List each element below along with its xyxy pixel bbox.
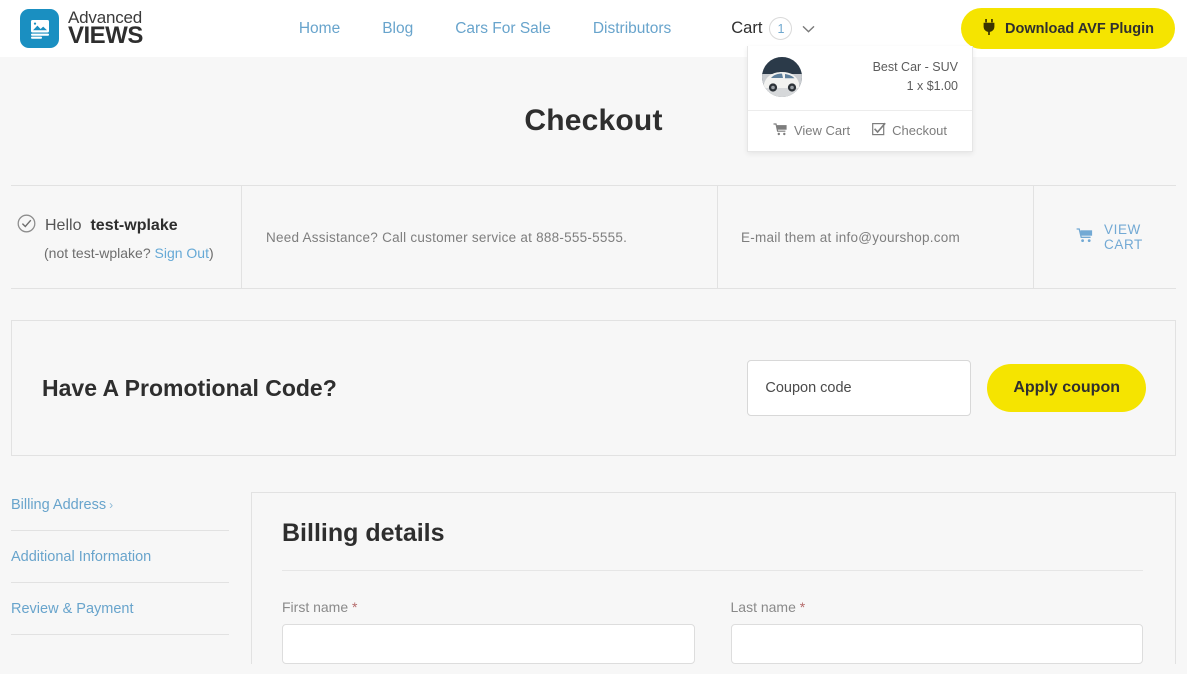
brand-line-2: VIEWS (68, 22, 143, 49)
sidebar-item-additional-information[interactable]: Additional Information (11, 544, 229, 583)
site-header: Advanced VIEWS Home Blog Cars For Sale D… (0, 0, 1187, 57)
cart-item-price: 1 x $1.00 (906, 79, 958, 93)
last-name-label-text: Last name (730, 599, 796, 615)
last-name-field-group: Last name * (730, 599, 1144, 664)
page-title-section: Checkout (0, 57, 1187, 185)
email-assistance-cell: E-mail them at info@yourshop.com (718, 186, 1034, 288)
dropdown-checkout-label: Checkout (892, 123, 948, 138)
dropdown-view-cart-label: View Cart (793, 123, 851, 138)
car-thumbnail (762, 57, 802, 97)
email-assistance-text: E-mail them at info@yourshop.com (741, 229, 961, 245)
nav-item-blog[interactable]: Blog (382, 20, 413, 38)
billing-details-panel: Billing details First name * Last name * (251, 492, 1176, 664)
plug-icon (982, 18, 996, 39)
greeting-username: test-wplake (90, 216, 178, 234)
cart-item-name: Best Car - SUV (872, 59, 958, 74)
apply-coupon-button[interactable]: Apply coupon (987, 364, 1146, 412)
phone-assistance-cell: Need Assistance? Call customer service a… (242, 186, 718, 288)
cart-count-badge: 1 (769, 17, 793, 40)
first-name-label: First name * (282, 599, 695, 615)
first-name-label-text: First name (282, 599, 349, 615)
dropdown-checkout-link[interactable]: Checkout (872, 122, 947, 139)
cart-dropdown-panel: Best Car - SUV 1 x $1.00 View Cart Check… (747, 46, 973, 152)
step-label-billing-address: Billing Address (11, 497, 107, 513)
nav-item-cars-for-sale[interactable]: Cars For Sale (455, 20, 551, 38)
promotional-code-title: Have A Promotional Code? (42, 374, 337, 401)
promotional-code-section: Have A Promotional Code? Apply coupon (11, 320, 1176, 456)
view-cart-cell: VIEW CART (1034, 186, 1176, 288)
main-navigation: Home Blog Cars For Sale Distributors (299, 20, 671, 38)
last-name-label: Last name * (731, 599, 1144, 615)
required-asterisk: * (799, 599, 806, 615)
first-name-field-group: First name * (282, 599, 695, 664)
last-name-input[interactable] (730, 624, 1143, 664)
not-you-row: (not test-wplake? Sign Out) (44, 245, 217, 261)
greeting-row: Hello test-wplake (17, 214, 217, 238)
not-you-suffix: ) (208, 244, 214, 261)
name-field-row: First name * Last name * (282, 599, 1143, 664)
first-name-input[interactable] (282, 624, 695, 664)
cart-line-item[interactable]: Best Car - SUV 1 x $1.00 (748, 46, 972, 110)
checkout-steps-sidebar: Billing Address › Additional Information … (11, 492, 229, 648)
sidebar-item-review-payment[interactable]: Review & Payment (11, 596, 229, 635)
image-card-icon (20, 9, 59, 48)
cart-label: Cart (731, 19, 763, 37)
user-greeting-cell: Hello test-wplake (not test-wplake? Sign… (11, 186, 242, 288)
checkout-info-bar: Hello test-wplake (not test-wplake? Sign… (11, 185, 1176, 289)
sign-out-link[interactable]: Sign Out (155, 245, 209, 261)
view-cart-label: VIEW CART (1104, 222, 1143, 252)
page-title: Checkout (524, 104, 663, 137)
chevron-right-icon: › (109, 498, 114, 512)
chevron-down-icon (802, 23, 815, 35)
sidebar-item-billing-address[interactable]: Billing Address › (11, 492, 229, 531)
check-square-icon (872, 122, 886, 139)
cart-icon (773, 122, 788, 139)
greeting-text: Hello (45, 216, 82, 234)
not-you-text: (not test-wplake? (44, 244, 151, 261)
billing-details-title: Billing details (282, 519, 1143, 571)
cart-item-details: Best Car - SUV 1 x $1.00 (812, 58, 958, 97)
phone-assistance-text: Need Assistance? Call customer service a… (266, 229, 628, 245)
download-avf-plugin-label: Download AVF Plugin (1004, 20, 1154, 37)
cart-toggle[interactable]: Cart 1 (731, 17, 815, 40)
view-cart-link[interactable]: VIEW CART (1076, 222, 1152, 252)
step-label-review-payment: Review & Payment (11, 601, 134, 617)
cart-icon (1076, 228, 1094, 246)
site-logo[interactable]: Advanced VIEWS (20, 9, 143, 48)
check-circle-icon (17, 214, 36, 238)
cart-dropdown-actions: View Cart Checkout (748, 110, 972, 151)
dropdown-view-cart-link[interactable]: View Cart (773, 122, 850, 139)
nav-item-home[interactable]: Home (299, 20, 340, 38)
step-label-additional-information: Additional Information (11, 549, 152, 565)
required-asterisk: * (352, 599, 358, 615)
download-avf-plugin-button[interactable]: Download AVF Plugin (960, 8, 1175, 49)
brand-wordmark: Advanced VIEWS (68, 9, 143, 48)
nav-item-distributors[interactable]: Distributors (593, 20, 671, 38)
checkout-body: Billing Address › Additional Information … (0, 492, 1187, 664)
coupon-code-input[interactable] (747, 360, 972, 416)
